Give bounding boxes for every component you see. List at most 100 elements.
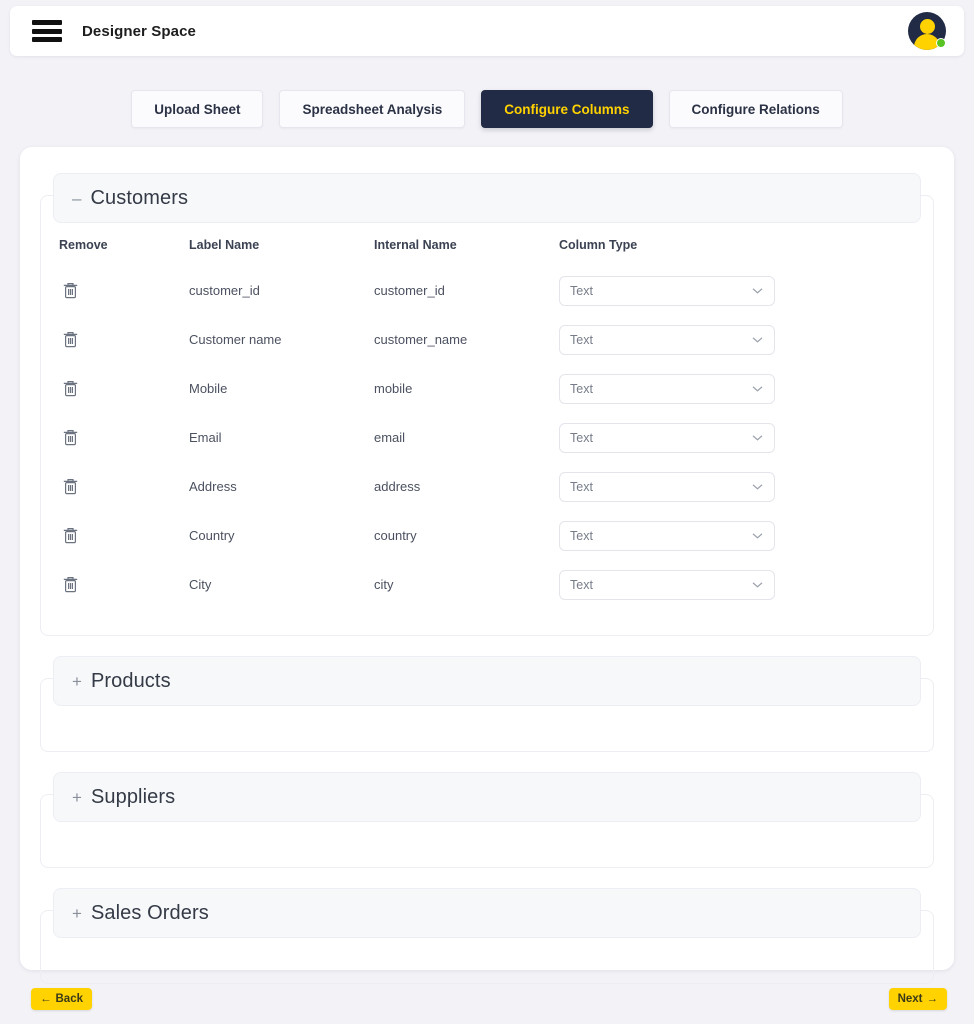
column-type-value: Text (570, 381, 593, 396)
column-type-cell: Text (559, 373, 775, 404)
column-type-value: Text (570, 577, 593, 592)
column-type-select[interactable]: Text (559, 324, 775, 355)
trash-icon[interactable] (59, 329, 81, 351)
expand-plus-icon: + (72, 671, 82, 691)
table-row: Address address Text (59, 462, 915, 511)
internal-name-value: address (374, 479, 421, 494)
arrow-left-icon: ← (40, 993, 52, 1005)
column-type-cell: Text (559, 275, 775, 306)
next-button[interactable]: Next → (888, 988, 947, 1010)
internal-name-value: country (374, 528, 417, 543)
table-row: Email email Text (59, 413, 915, 462)
accordion-products: + Products (40, 656, 934, 752)
column-type-select[interactable]: Text (559, 471, 775, 502)
column-header-remove: Remove (59, 238, 108, 252)
table-row: Country country Text (59, 511, 915, 560)
trash-icon[interactable] (59, 476, 81, 498)
trash-icon[interactable] (59, 427, 81, 449)
user-avatar-icon[interactable] (908, 12, 946, 50)
table-row: Customer name customer_name Text (59, 315, 915, 364)
page-title: Designer Space (82, 22, 196, 40)
remove-cell (59, 525, 189, 547)
avatar-head (919, 19, 935, 34)
remove-cell (59, 574, 189, 596)
chevron-down-icon (752, 336, 763, 343)
trash-icon[interactable] (59, 378, 81, 400)
accordion-title: Customers (90, 186, 189, 209)
column-type-value: Text (570, 528, 593, 543)
column-type-value: Text (570, 430, 593, 445)
collapse-minus-icon: – (72, 188, 82, 208)
column-type-cell: Text (559, 324, 775, 355)
internal-name-value: customer_id (374, 283, 445, 298)
trash-icon[interactable] (59, 280, 81, 302)
label-name-value: Customer name (189, 332, 282, 347)
chevron-down-icon (752, 287, 763, 294)
label-name-value: Address (189, 479, 237, 494)
chevron-down-icon (752, 434, 763, 441)
column-type-value: Text (570, 283, 593, 298)
chevron-down-icon (752, 532, 763, 539)
column-type-cell: Text (559, 471, 775, 502)
trash-icon[interactable] (59, 525, 81, 547)
accordion-body-customers: Remove Label Name Internal Name Column T… (40, 195, 934, 636)
column-type-cell: Text (559, 569, 775, 600)
accordion-customers: – Customers Remove Label Name Internal N… (40, 173, 934, 636)
chevron-down-icon (752, 385, 763, 392)
status-online-dot (936, 38, 946, 48)
column-type-select[interactable]: Text (559, 275, 775, 306)
expand-plus-icon: + (72, 787, 82, 807)
remove-cell (59, 476, 189, 498)
hamburger-bar (32, 20, 62, 25)
column-header-column-type: Column Type (559, 238, 638, 252)
table-row: Mobile mobile Text (59, 364, 915, 413)
tab-configure-columns[interactable]: Configure Columns (481, 90, 653, 128)
label-name-value: Email (189, 430, 222, 445)
column-type-select[interactable]: Text (559, 373, 775, 404)
column-type-value: Text (570, 332, 593, 347)
hamburger-bar (32, 28, 62, 34)
table-row: customer_id customer_id Text (59, 266, 915, 315)
accordion-header-sales-orders[interactable]: + Sales Orders (53, 888, 921, 938)
accordion-title: Suppliers (90, 785, 176, 808)
configure-columns-panel: – Customers Remove Label Name Internal N… (20, 147, 954, 984)
back-button-label: Back (55, 993, 84, 1005)
column-header-label-name: Label Name (189, 238, 260, 252)
label-name-value: Country (189, 528, 235, 543)
accordion-header-suppliers[interactable]: + Suppliers (53, 772, 921, 822)
internal-name-value: customer_name (374, 332, 468, 347)
app-header: Designer Space (10, 6, 964, 56)
internal-name-value: email (374, 430, 406, 445)
back-button[interactable]: ← Back (31, 988, 92, 1010)
column-type-select[interactable]: Text (559, 520, 775, 551)
hamburger-bar (32, 37, 62, 42)
accordion-suppliers: + Suppliers (40, 772, 934, 868)
label-name-value: City (189, 577, 212, 592)
accordion-header-products[interactable]: + Products (53, 656, 921, 706)
arrow-right-icon: → (926, 993, 939, 1005)
trash-icon[interactable] (59, 574, 81, 596)
chevron-down-icon (752, 581, 763, 588)
chevron-down-icon (752, 483, 763, 490)
remove-cell (59, 427, 189, 449)
wizard-tabs: Upload Sheet Spreadsheet Analysis Config… (0, 90, 974, 128)
tab-spreadsheet-analysis[interactable]: Spreadsheet Analysis (279, 90, 466, 128)
table-row: City city Text (59, 560, 915, 609)
tab-configure-relations[interactable]: Configure Relations (668, 90, 843, 128)
column-type-select[interactable]: Text (559, 569, 775, 600)
column-type-cell: Text (559, 520, 775, 551)
expand-plus-icon: + (72, 903, 82, 923)
accordion-sales-orders: + Sales Orders (40, 888, 934, 984)
accordion-header-customers[interactable]: – Customers (53, 173, 921, 223)
table-header-row: Remove Label Name Internal Name Column T… (59, 230, 915, 252)
remove-cell (59, 378, 189, 400)
column-type-cell: Text (559, 422, 775, 453)
column-type-select[interactable]: Text (559, 422, 775, 453)
internal-name-value: city (374, 577, 394, 592)
internal-name-value: mobile (374, 381, 413, 396)
remove-cell (59, 280, 189, 302)
column-header-internal-name: Internal Name (374, 238, 457, 252)
hamburger-icon[interactable] (32, 20, 62, 42)
tab-upload-sheet[interactable]: Upload Sheet (131, 90, 264, 128)
label-name-value: customer_id (189, 283, 260, 298)
